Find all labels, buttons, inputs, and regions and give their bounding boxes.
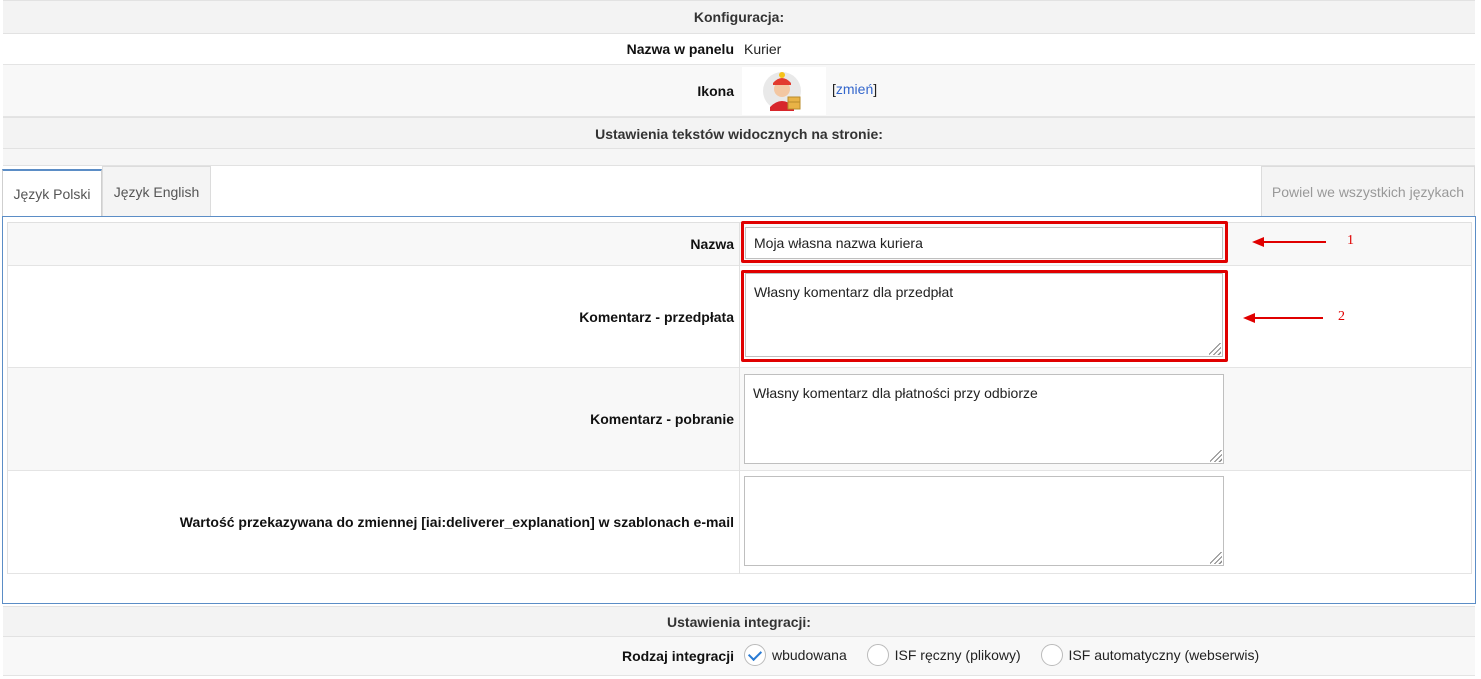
tabs-spacer [3, 149, 1475, 165]
radio-isf-auto-label: ISF automatyczny (webserwis) [1068, 647, 1260, 664]
radio-isf-manual-label: ISF ręczny (plikowy) [894, 647, 1021, 664]
column-divider [739, 266, 740, 368]
annotation-arrow-2-line [1253, 317, 1323, 319]
tab-polish[interactable]: Język Polski [2, 169, 102, 217]
integration-type-row: Rodzaj integracji wbudowana ISF ręczny (… [3, 637, 1475, 676]
resize-handle-icon[interactable] [1210, 552, 1222, 564]
annotation-box-2 [741, 270, 1228, 362]
column-divider [739, 368, 740, 471]
change-icon-link[interactable]: zmień [836, 81, 873, 97]
radio-checked-icon[interactable] [744, 644, 766, 667]
radio-unchecked-icon[interactable] [1040, 644, 1063, 667]
panel-name-value: Kurier [744, 41, 782, 57]
change-icon-wrapper: [zmień] [832, 65, 877, 113]
tab-english-label: Język English [113, 184, 200, 200]
integration-type-options: wbudowana ISF ręczny (plikowy) ISF autom… [744, 637, 1259, 672]
column-divider [739, 223, 740, 266]
radio-option-isf-manual[interactable]: ISF ręczny (plikowy) [866, 644, 1025, 667]
config-section-header: Konfiguracja: [3, 0, 1475, 34]
integration-type-label: Rodzaj integracji [621, 648, 734, 664]
cod-comment-row: Komentarz - pobranie [8, 368, 1471, 471]
cod-comment-textarea[interactable]: Własny komentarz dla płatności przy odbi… [744, 374, 1224, 464]
annotation-number-1: 1 [1347, 233, 1354, 248]
texts-section-header: Ustawienia tekstów widocznych na stronie… [3, 117, 1475, 149]
email-variable-wrapper [744, 476, 1224, 566]
column-divider [739, 471, 740, 574]
email-variable-label: Wartość przekazywana do zmiennej [iai:de… [179, 514, 734, 530]
annotation-box-1 [741, 221, 1228, 263]
annotation-number-2: 2 [1338, 309, 1345, 324]
courier-icon [763, 72, 801, 111]
name-label: Nazwa [690, 236, 734, 252]
cod-comment-wrapper: Własny komentarz dla płatności przy odbi… [744, 374, 1224, 464]
courier-icon-box [742, 67, 826, 115]
config-header-text: Konfiguracja: [693, 9, 785, 25]
panel-name-row: Nazwa w panelu Kurier [3, 34, 1475, 65]
radio-option-isf-auto[interactable]: ISF automatyczny (webserwis) [1040, 644, 1260, 667]
icon-row: Ikona [zmień] [3, 65, 1475, 117]
repeat-all-label: Powiel we wszystkich językach [1271, 184, 1465, 200]
radio-option-builtin[interactable]: wbudowana [744, 644, 851, 667]
integration-section-header: Ustawienia integracji: [3, 606, 1475, 637]
tab-english[interactable]: Język English [102, 166, 211, 217]
bracket-close: ] [873, 81, 878, 97]
radio-unchecked-icon[interactable] [866, 644, 889, 667]
annotation-arrow-1-line [1262, 241, 1326, 243]
integration-header-text: Ustawienia integracji: [667, 614, 811, 630]
tab-polish-label: Język Polski [13, 186, 91, 202]
tabs-bar [3, 165, 1475, 217]
prepaid-comment-label: Komentarz - przedpłata [579, 309, 734, 325]
cod-comment-label: Komentarz - pobranie [590, 411, 734, 427]
email-variable-textarea[interactable] [744, 476, 1224, 566]
repeat-all-languages-button[interactable]: Powiel we wszystkich językach [1261, 166, 1475, 217]
radio-builtin-label: wbudowana [772, 647, 847, 664]
resize-handle-icon[interactable] [1210, 450, 1222, 462]
panel-name-label: Nazwa w panelu [626, 41, 734, 57]
email-variable-row: Wartość przekazywana do zmiennej [iai:de… [8, 471, 1471, 574]
icon-label: Ikona [697, 83, 734, 99]
texts-header-text: Ustawienia tekstów widocznych na stronie… [595, 126, 883, 142]
